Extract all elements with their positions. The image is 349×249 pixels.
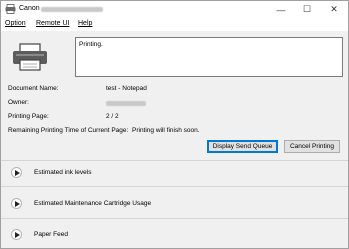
section-paper-feed[interactable]: Paper Feed — [1, 224, 348, 246]
section-label: Paper Feed — [34, 231, 68, 238]
printing-page-value: 2 / 2 — [106, 113, 119, 120]
expand-arrow-icon[interactable] — [11, 229, 22, 240]
menu-option[interactable]: Option — [5, 20, 26, 27]
owner-label: Owner: — [8, 99, 29, 106]
remaining-time-label: Remaining Printing Time of Current Page: — [8, 127, 129, 134]
divider — [1, 218, 348, 219]
remaining-time-value: Printing will finish soon. — [132, 127, 200, 134]
title-bar[interactable]: Canon — ☐ ✕ — [1, 1, 348, 18]
cancel-printing-button[interactable]: Cancel Printing — [284, 140, 340, 153]
menu-remote-ui[interactable]: Remote UI — [36, 20, 69, 27]
section-estimated-ink-levels[interactable]: Estimated ink levels — [1, 162, 348, 184]
expand-arrow-icon[interactable] — [11, 167, 22, 178]
display-send-queue-label: Display Send Queue — [212, 143, 273, 150]
close-button[interactable]: ✕ — [321, 1, 347, 18]
owner-value-redacted — [106, 101, 146, 106]
menu-help-label: Help — [78, 20, 93, 27]
menu-help[interactable]: Help — [78, 20, 92, 27]
printer-model-redacted — [41, 7, 103, 12]
status-message: Printing. — [79, 41, 103, 48]
divider — [1, 160, 348, 161]
section-label: Estimated ink levels — [34, 169, 92, 176]
printing-page-label: Printing Page: — [8, 113, 49, 120]
status-message-box: Printing. — [75, 37, 343, 77]
display-send-queue-button[interactable]: Display Send Queue — [207, 140, 278, 153]
maximize-button[interactable]: ☐ — [294, 1, 320, 18]
cancel-printing-label: Cancel Printing — [289, 143, 335, 150]
menu-remote-ui-label: Remote UI — [36, 20, 70, 27]
printer-icon — [13, 43, 47, 71]
printer-status-window: Canon — ☐ ✕ Option Remote UI Help Printi… — [0, 0, 349, 249]
section-label: Estimated Maintenance Cartridge Usage — [34, 200, 152, 207]
window-title: Canon — [19, 5, 40, 12]
menu-option-label: Option — [5, 20, 26, 27]
minimize-button[interactable]: — — [268, 1, 294, 18]
menu-bar: Option Remote UI Help — [1, 18, 348, 31]
expand-arrow-icon[interactable] — [11, 198, 22, 209]
app-icon — [5, 4, 16, 14]
section-estimated-maintenance-cartridge-usage[interactable]: Estimated Maintenance Cartridge Usage — [1, 193, 348, 215]
document-name-value: test - Notepad — [106, 85, 147, 92]
divider — [1, 186, 348, 187]
document-name-label: Document Name: — [8, 85, 59, 92]
